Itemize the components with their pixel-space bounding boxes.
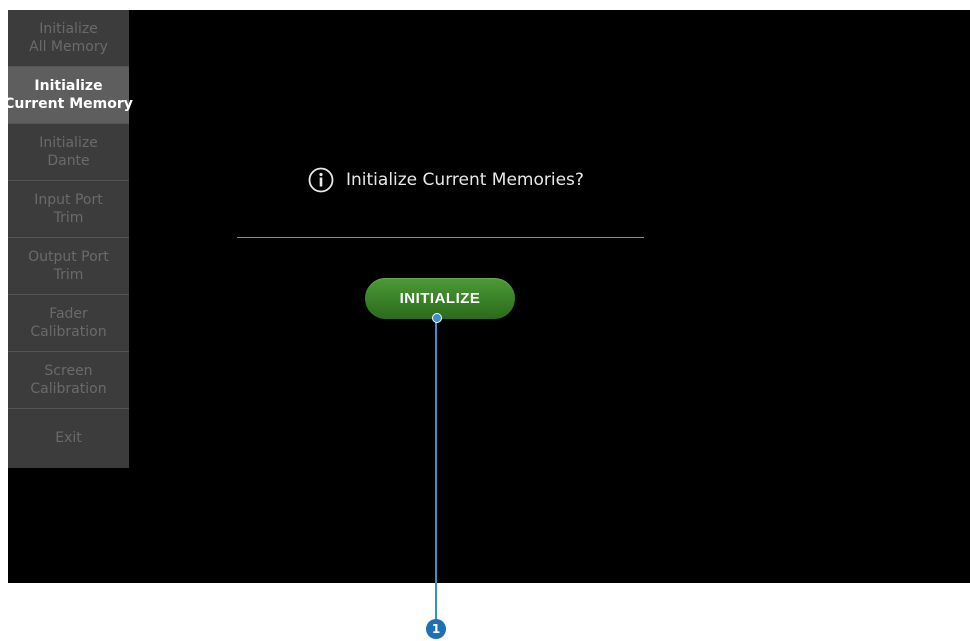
sidebar-item-input-port-trim[interactable]: Input Port Trim bbox=[8, 181, 129, 238]
sidebar-item-label: Trim bbox=[53, 210, 84, 226]
sidebar-item-label: Initialize bbox=[34, 78, 103, 94]
sidebar-item-initialize-current-memory[interactable]: Initialize Current Memory bbox=[4, 67, 133, 124]
initialize-button[interactable]: INITIALIZE bbox=[365, 278, 515, 319]
confirm-message: Initialize Current Memories? bbox=[308, 167, 584, 193]
sidebar-item-initialize-dante[interactable]: Initialize Dante bbox=[8, 124, 129, 181]
device-screen: Initialize All Memory Initialize Current… bbox=[4, 10, 970, 583]
exit-button[interactable]: Exit bbox=[8, 409, 129, 468]
info-icon bbox=[308, 167, 334, 193]
sidebar-item-label: Calibration bbox=[30, 324, 107, 340]
sidebar-menu: Initialize All Memory Initialize Current… bbox=[4, 10, 133, 468]
sidebar-item-label: Calibration bbox=[30, 381, 107, 397]
sidebar-item-label: Fader bbox=[49, 306, 88, 322]
sidebar-item-label: Dante bbox=[47, 153, 90, 169]
sidebar-item-label: Input Port bbox=[34, 192, 103, 208]
sidebar-item-label: Screen bbox=[44, 363, 93, 379]
sidebar-item-label: Initialize bbox=[39, 135, 98, 151]
callout-pointer bbox=[432, 313, 442, 323]
callout-line bbox=[435, 316, 437, 620]
sidebar-item-label: Initialize bbox=[39, 21, 98, 37]
sidebar-item-label: Output Port bbox=[28, 249, 109, 265]
sidebar-item-screen-calibration[interactable]: Screen Calibration bbox=[8, 352, 129, 409]
sidebar-item-label: Current Memory bbox=[4, 96, 133, 112]
sidebar-item-initialize-all-memory[interactable]: Initialize All Memory bbox=[8, 10, 129, 67]
confirm-message-text: Initialize Current Memories? bbox=[346, 170, 584, 190]
callout-number-badge: 1 bbox=[426, 619, 446, 639]
sidebar-item-output-port-trim[interactable]: Output Port Trim bbox=[8, 238, 129, 295]
sidebar-item-fader-calibration[interactable]: Fader Calibration bbox=[8, 295, 129, 352]
sidebar-item-label: All Memory bbox=[29, 39, 108, 55]
exit-label: Exit bbox=[55, 430, 82, 446]
sidebar-item-label: Trim bbox=[53, 267, 84, 283]
divider bbox=[237, 237, 644, 238]
